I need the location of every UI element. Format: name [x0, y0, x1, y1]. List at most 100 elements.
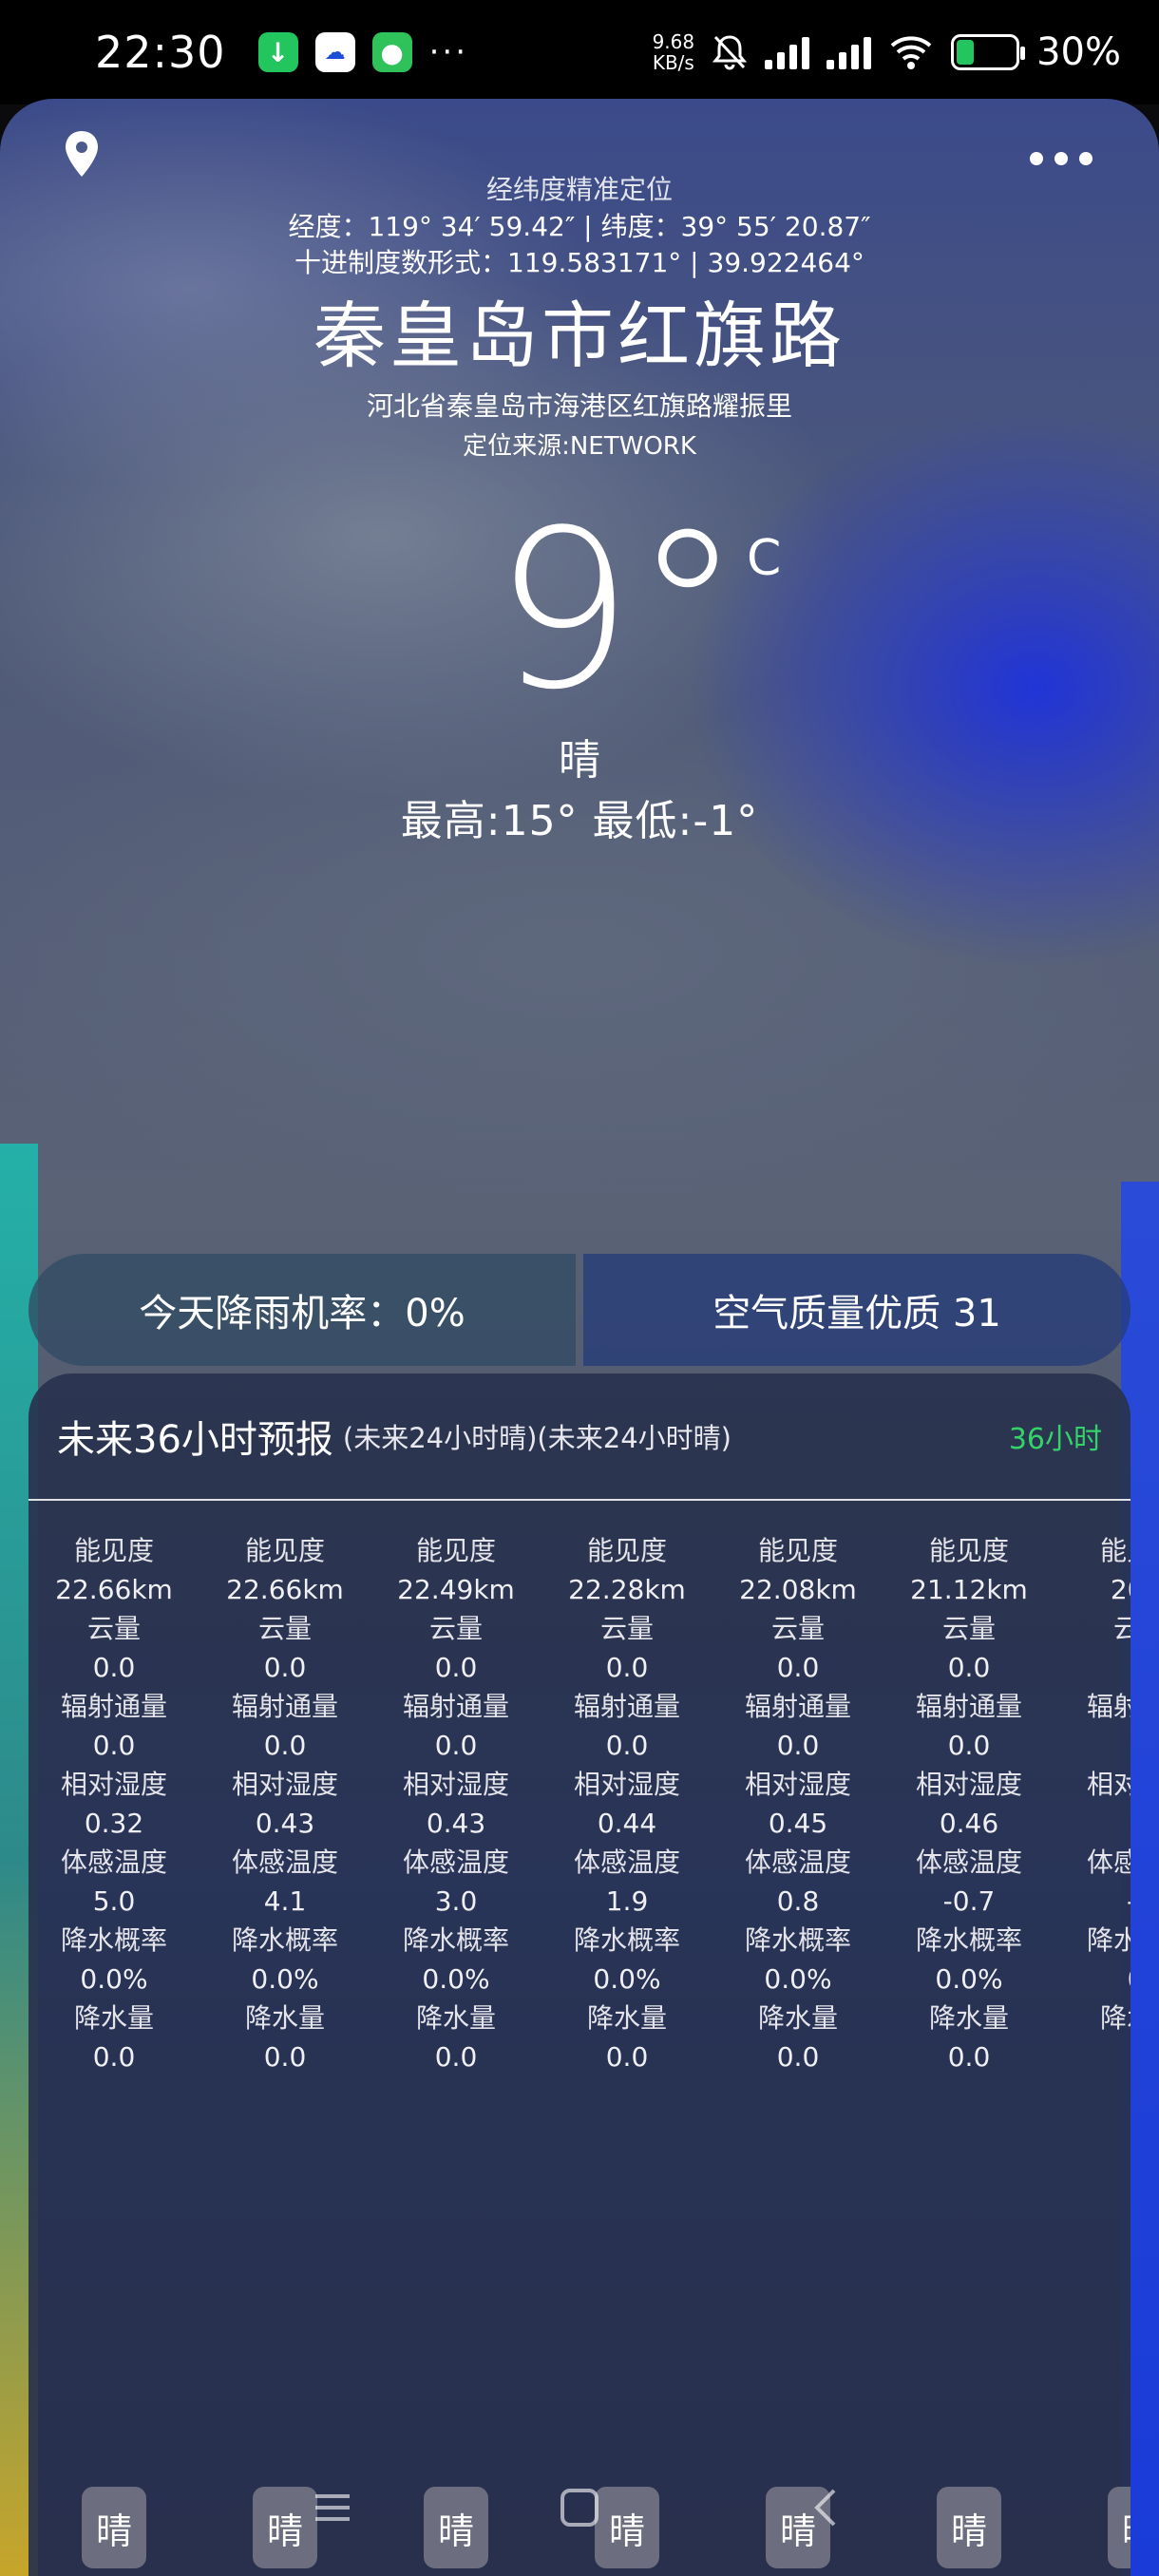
- metric-label-cloud: 云量: [257, 1613, 312, 1644]
- metric-label-radiation: 辐射通量: [744, 1691, 851, 1722]
- hourly-forecast-list[interactable]: 能见度 22.66km 云量 0.0 辐射通量 0.0 相对湿度 0.32 体感温度 5.0 降水概…: [28, 1503, 1130, 2576]
- metric-label-precip_prob: 降水概率: [744, 1924, 851, 1956]
- metric-label-precip_prob: 降水概率: [60, 1924, 167, 1956]
- metric-label-precip: 降水量: [73, 2002, 154, 2034]
- metric-value-humidity: 0.43: [255, 1808, 315, 1839]
- metric-label-precip: 降水量: [244, 2002, 325, 2034]
- metric-value-visibility: 22.66km: [55, 1574, 173, 1605]
- metric-label-cloud: 云量: [428, 1613, 483, 1644]
- temperature-value: 9°: [494, 484, 743, 738]
- forecast-title: 未来36小时预报: [57, 1418, 333, 1462]
- metric-value-visibility: 21.12km: [910, 1574, 1028, 1605]
- location-info: 经纬度精准定位 经度：119° 34′ 59.42″ | 纬度：39° 55′ …: [0, 171, 1159, 465]
- address: 河北省秦皇岛市海港区红旗路耀振里: [366, 390, 792, 422]
- metric-value-radiation: 0.0: [92, 1730, 136, 1761]
- cloud-app-icon: ☁: [314, 32, 355, 72]
- metric-value-precip_prob: 0.0%: [935, 1963, 1003, 1995]
- metric-label-precip_prob: 降水概率: [1086, 1924, 1130, 1956]
- metric-value-radiation: 0.0: [263, 1730, 307, 1761]
- metric-label-precip_prob: 降水概率: [231, 1924, 338, 1956]
- metric-value-radiation: 0.0: [434, 1730, 478, 1761]
- metric-label-visibility: 能见度: [928, 1535, 1009, 1566]
- metric-value-precip_prob: 0.0%: [422, 1963, 490, 1995]
- metric-value-radiation: 0.0: [947, 1730, 991, 1761]
- metric-label-precip: 降水量: [757, 2002, 838, 2034]
- metric-label-visibility: 能见度: [586, 1535, 667, 1566]
- metric-value-precip: 0.0: [776, 2041, 820, 2073]
- location-caption: 经纬度精准定位: [485, 174, 673, 205]
- metric-value-radiation: 0.0: [605, 1730, 649, 1761]
- air-quality-pill[interactable]: 空气质量优质 31: [583, 1254, 1130, 1366]
- metric-value-precip_prob: 0.0%: [764, 1963, 832, 1995]
- home-icon[interactable]: [551, 2479, 608, 2536]
- metric-label-feels: 体感温度: [402, 1847, 509, 1878]
- metric-label-humidity: 相对湿度: [231, 1769, 338, 1800]
- metric-value-humidity: 0.43: [426, 1808, 486, 1839]
- status-time: 22:30: [95, 27, 226, 78]
- hour-column: 能见度 22.66km 云量 0.0 辐射通量 0.0 相对湿度 0.32 体感温度 5.0 降水概…: [28, 1503, 200, 2576]
- metric-label-visibility: 能见度: [1099, 1535, 1130, 1566]
- metric-label-cloud: 云量: [770, 1613, 825, 1644]
- weather-card: 经纬度精准定位 经度：119° 34′ 59.42″ | 纬度：39° 55′ …: [0, 99, 1159, 2576]
- metric-label-feels: 体感温度: [1086, 1847, 1130, 1878]
- metric-value-humidity: 0.44: [597, 1808, 657, 1839]
- rain-chance-pill[interactable]: 今天降雨机率：0%: [28, 1254, 576, 1366]
- metric-value-feels: 5.0: [92, 1885, 136, 1917]
- forecast-subtitle: (未来24小时晴)(未来24小时晴): [342, 1422, 732, 1454]
- weather-condition: 晴: [559, 736, 600, 785]
- metric-label-precip_prob: 降水概率: [402, 1924, 509, 1956]
- forecast-header: 未来36小时预报 (未来24小时晴)(未来24小时晴) 36小时: [28, 1373, 1130, 1501]
- metric-value-precip: 0.0: [92, 2041, 136, 2073]
- metric-label-radiation: 辐射通量: [60, 1691, 167, 1722]
- metric-value-cloud: 0.0: [92, 1652, 136, 1683]
- metric-label-precip: 降水量: [928, 2002, 1009, 2034]
- metric-label-feels: 体感温度: [231, 1847, 338, 1878]
- network-speed: 9.68 KB/s: [652, 30, 695, 74]
- temperature-unit: C: [747, 530, 782, 587]
- wifi-icon: [890, 36, 932, 69]
- metric-value-visibility: 22.28km: [568, 1574, 686, 1605]
- metric-label-visibility: 能见度: [73, 1535, 154, 1566]
- metric-value-visibility: 20.1: [1110, 1574, 1130, 1605]
- info-row: 今天降雨机率：0% 空气质量优质 31: [28, 1254, 1130, 1366]
- metric-label-radiation: 辐射通量: [915, 1691, 1022, 1722]
- metric-label-precip_prob: 降水概率: [573, 1924, 680, 1956]
- metric-value-humidity: 0.46: [939, 1808, 999, 1839]
- menu-icon[interactable]: [304, 2479, 361, 2536]
- signal-2-icon: [826, 35, 872, 69]
- metric-value-feels: 4.1: [263, 1885, 307, 1917]
- metric-label-precip: 降水量: [415, 2002, 496, 2034]
- metric-label-feels: 体感温度: [915, 1847, 1022, 1878]
- location-source: 定位来源:NETWORK: [463, 432, 696, 461]
- metric-value-feels: -0.7: [942, 1885, 996, 1917]
- metric-label-radiation: 辐射通量: [1086, 1691, 1130, 1722]
- back-icon[interactable]: [798, 2479, 855, 2536]
- metric-label-precip: 降水量: [1099, 2002, 1130, 2034]
- mute-bell-icon: [712, 35, 748, 70]
- more-options-button[interactable]: [1030, 152, 1092, 165]
- city-name: 秦皇岛市红旗路: [314, 294, 846, 378]
- hour-column: 能见度 22.28km 云量 0.0 辐射通量 0.0 相对湿度 0.44 体感温度 1.9 降水概…: [542, 1503, 712, 2576]
- forecast-range-tab[interactable]: 36小时: [1009, 1415, 1102, 1457]
- metric-value-visibility: 22.49km: [397, 1574, 515, 1605]
- coordinates-decimal: 十进制度数形式：119.583171° | 39.922464°: [294, 247, 864, 278]
- navigation-bar: [0, 2470, 1159, 2546]
- metric-value-precip: 0.0: [434, 2041, 478, 2073]
- metric-label-humidity: 相对湿度: [402, 1769, 509, 1800]
- metric-value-radiation: 0.0: [776, 1730, 820, 1761]
- status-bar: 22:30 ↓ ☁ ● ··· 9.68 KB/s 30%: [0, 0, 1159, 104]
- metric-label-visibility: 能见度: [757, 1535, 838, 1566]
- metric-value-humidity: 0.45: [768, 1808, 828, 1839]
- metric-value-precip_prob: 0.0%: [593, 1963, 661, 1995]
- metric-label-feels: 体感温度: [744, 1847, 851, 1878]
- metric-label-visibility: 能见度: [415, 1535, 496, 1566]
- metric-value-visibility: 22.66km: [226, 1574, 344, 1605]
- hour-column: 能见度 22.08km 云量 0.0 辐射通量 0.0 相对湿度 0.45 体感温度 0.8 降水概…: [712, 1503, 884, 2576]
- hour-column: 能见度 21.12km 云量 0.0 辐射通量 0.0 相对湿度 0.46 体感温度 -0.7 降水…: [884, 1503, 1054, 2576]
- metric-value-cloud: 0.0: [605, 1652, 649, 1683]
- battery-percent: 30%: [1036, 30, 1121, 74]
- metric-value-feels: 3.0: [434, 1885, 478, 1917]
- metric-value-precip: 0.0: [263, 2041, 307, 2073]
- metric-value-visibility: 22.08km: [739, 1574, 857, 1605]
- metric-label-feels: 体感温度: [60, 1847, 167, 1878]
